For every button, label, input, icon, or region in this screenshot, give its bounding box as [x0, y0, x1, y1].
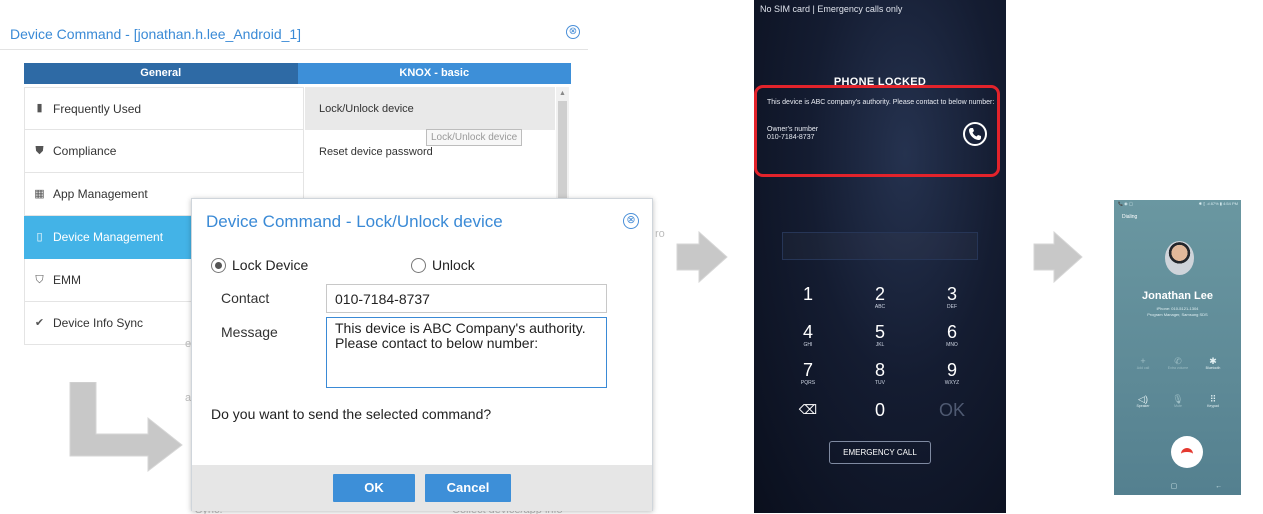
- right-arrow-icon: [1033, 230, 1083, 284]
- background-text: ro: [655, 228, 665, 240]
- status-icons-left: 📞 ◉ ◯: [1118, 201, 1134, 206]
- pin-input[interactable]: [782, 232, 978, 260]
- end-call-button[interactable]: [1171, 436, 1203, 468]
- shield-icon: ⛊: [35, 144, 44, 157]
- owner-label: Owner's number: [767, 126, 819, 133]
- cancel-button[interactable]: Cancel: [425, 474, 511, 502]
- key-2[interactable]: 2 ABC: [850, 284, 910, 310]
- check-circle-icon: ✔: [34, 316, 45, 329]
- message-label: Message: [221, 324, 278, 340]
- key-7[interactable]: 7 PQRS: [778, 360, 838, 386]
- keypad-icon[interactable]: ⠿ Keypad: [1198, 394, 1228, 409]
- mute-icon[interactable]: 🎙 Mute: [1163, 394, 1193, 409]
- scroll-up-icon[interactable]: ▲: [559, 90, 566, 97]
- navigation-bar: ▢ ←: [1114, 477, 1241, 495]
- radio-selected-icon[interactable]: [211, 257, 226, 273]
- category-label: App Management: [53, 187, 148, 201]
- command-lock-unlock[interactable]: Lock/Unlock device: [305, 87, 555, 130]
- emergency-call-button[interactable]: EMERGENCY CALL: [829, 441, 931, 464]
- category-label: Frequently Used: [53, 101, 142, 116]
- key-3[interactable]: 3 DEF: [922, 284, 982, 310]
- status-bar: No SIM card | Emergency calls only: [760, 4, 903, 14]
- key-8[interactable]: 8 TUV: [850, 360, 910, 386]
- contact-label: Contact: [221, 290, 270, 306]
- category-label: Device Management: [53, 230, 164, 244]
- phone-icon: ▯: [36, 230, 43, 243]
- lock-device-option[interactable]: Lock Device: [211, 257, 308, 273]
- lock-message: This device is ABC company's authority. …: [767, 99, 995, 106]
- lock-unlock-dialog: Device Command - Lock/Unlock device ⊗ Lo…: [191, 198, 653, 511]
- end-call-icon: [1181, 448, 1193, 455]
- caller-title: Program Manager, Samsung SDS: [1147, 312, 1208, 317]
- ok-key[interactable]: OK: [922, 400, 982, 420]
- option-label: Lock Device: [232, 257, 309, 273]
- panel-header: Device Command - [jonathan.h.lee_Android…: [0, 16, 588, 50]
- dialog-footer: OK Cancel: [192, 465, 652, 511]
- category-label: Compliance: [53, 144, 117, 158]
- close-icon[interactable]: ⊗: [623, 213, 639, 229]
- caller-name: Jonathan Lee: [1142, 290, 1213, 302]
- backspace-icon[interactable]: ⌫: [778, 400, 838, 420]
- status-bar: 📞 ◉ ◯ ✱ ▯ .ıl 87% ▮ 4:54 PM: [1118, 201, 1238, 206]
- bluetooth-icon[interactable]: ✱ Bluetooth: [1198, 356, 1228, 371]
- tooltip: Lock/Unlock device: [426, 129, 523, 146]
- add-call-icon[interactable]: + Add call: [1128, 356, 1158, 371]
- extra-volume-icon[interactable]: ✆ Extra volume: [1163, 356, 1193, 371]
- confirm-question: Do you want to send the selected command…: [211, 406, 492, 422]
- status-icons-right: ✱ ▯ .ıl 87% ▮ 4:54 PM: [1198, 201, 1238, 206]
- key-4[interactable]: 4 GHI: [778, 322, 838, 348]
- close-icon[interactable]: ⊗: [566, 25, 580, 39]
- phone-call-icon[interactable]: [963, 122, 987, 146]
- key-1[interactable]: 1: [778, 284, 838, 304]
- unlock-option[interactable]: Unlock: [411, 257, 475, 273]
- right-arrow-icon: [676, 230, 728, 284]
- caller-phone: iPhone: 010-5121-1304: [1156, 306, 1199, 311]
- call-state: Dialing: [1122, 214, 1138, 220]
- command-tabs: General KNOX - basic: [24, 63, 571, 84]
- category-label: EMM: [53, 273, 81, 287]
- key-6[interactable]: 6 MNO: [922, 322, 982, 348]
- avatar: [1165, 241, 1194, 275]
- category-label: Device Info Sync: [53, 316, 144, 330]
- grid-icon: ▦: [34, 187, 45, 200]
- category-compliance[interactable]: ⛊ Compliance: [24, 130, 304, 173]
- home-icon[interactable]: ▢: [1171, 482, 1178, 490]
- bookmark-icon: ▮: [36, 102, 43, 114]
- dialog-title: Device Command - Lock/Unlock device: [206, 212, 503, 231]
- ok-button[interactable]: OK: [333, 474, 415, 502]
- key-9[interactable]: 9 WXYZ: [922, 360, 982, 386]
- panel-title: Device Command - [jonathan.h.lee_Android…: [10, 26, 302, 42]
- key-5[interactable]: 5 JKL: [850, 322, 910, 348]
- contact-field[interactable]: 010-7184-8737: [326, 284, 607, 313]
- option-label: Unlock: [432, 257, 475, 273]
- l-arrow-icon: [69, 382, 183, 472]
- radio-unselected-icon[interactable]: [411, 257, 426, 273]
- back-icon[interactable]: ←: [1215, 483, 1222, 490]
- owner-number: 010-7184-8737: [767, 134, 815, 141]
- key-0[interactable]: 0: [850, 400, 910, 420]
- category-frequently-used[interactable]: ▮ Frequently Used: [24, 87, 304, 130]
- speaker-icon[interactable]: ◁) Speaker: [1128, 394, 1158, 409]
- tab-general[interactable]: General: [24, 63, 298, 84]
- locked-phone-screen: No SIM card | Emergency calls only PHONE…: [754, 0, 1006, 513]
- shield-gear-icon: ⛉: [35, 273, 44, 286]
- call-screen: 📞 ◉ ◯ ✱ ▯ .ıl 87% ▮ 4:54 PM Dialing Jona…: [1114, 200, 1241, 495]
- message-field[interactable]: This device is ABC Company's authority. …: [326, 317, 607, 388]
- tab-knox-basic[interactable]: KNOX - basic: [297, 63, 571, 84]
